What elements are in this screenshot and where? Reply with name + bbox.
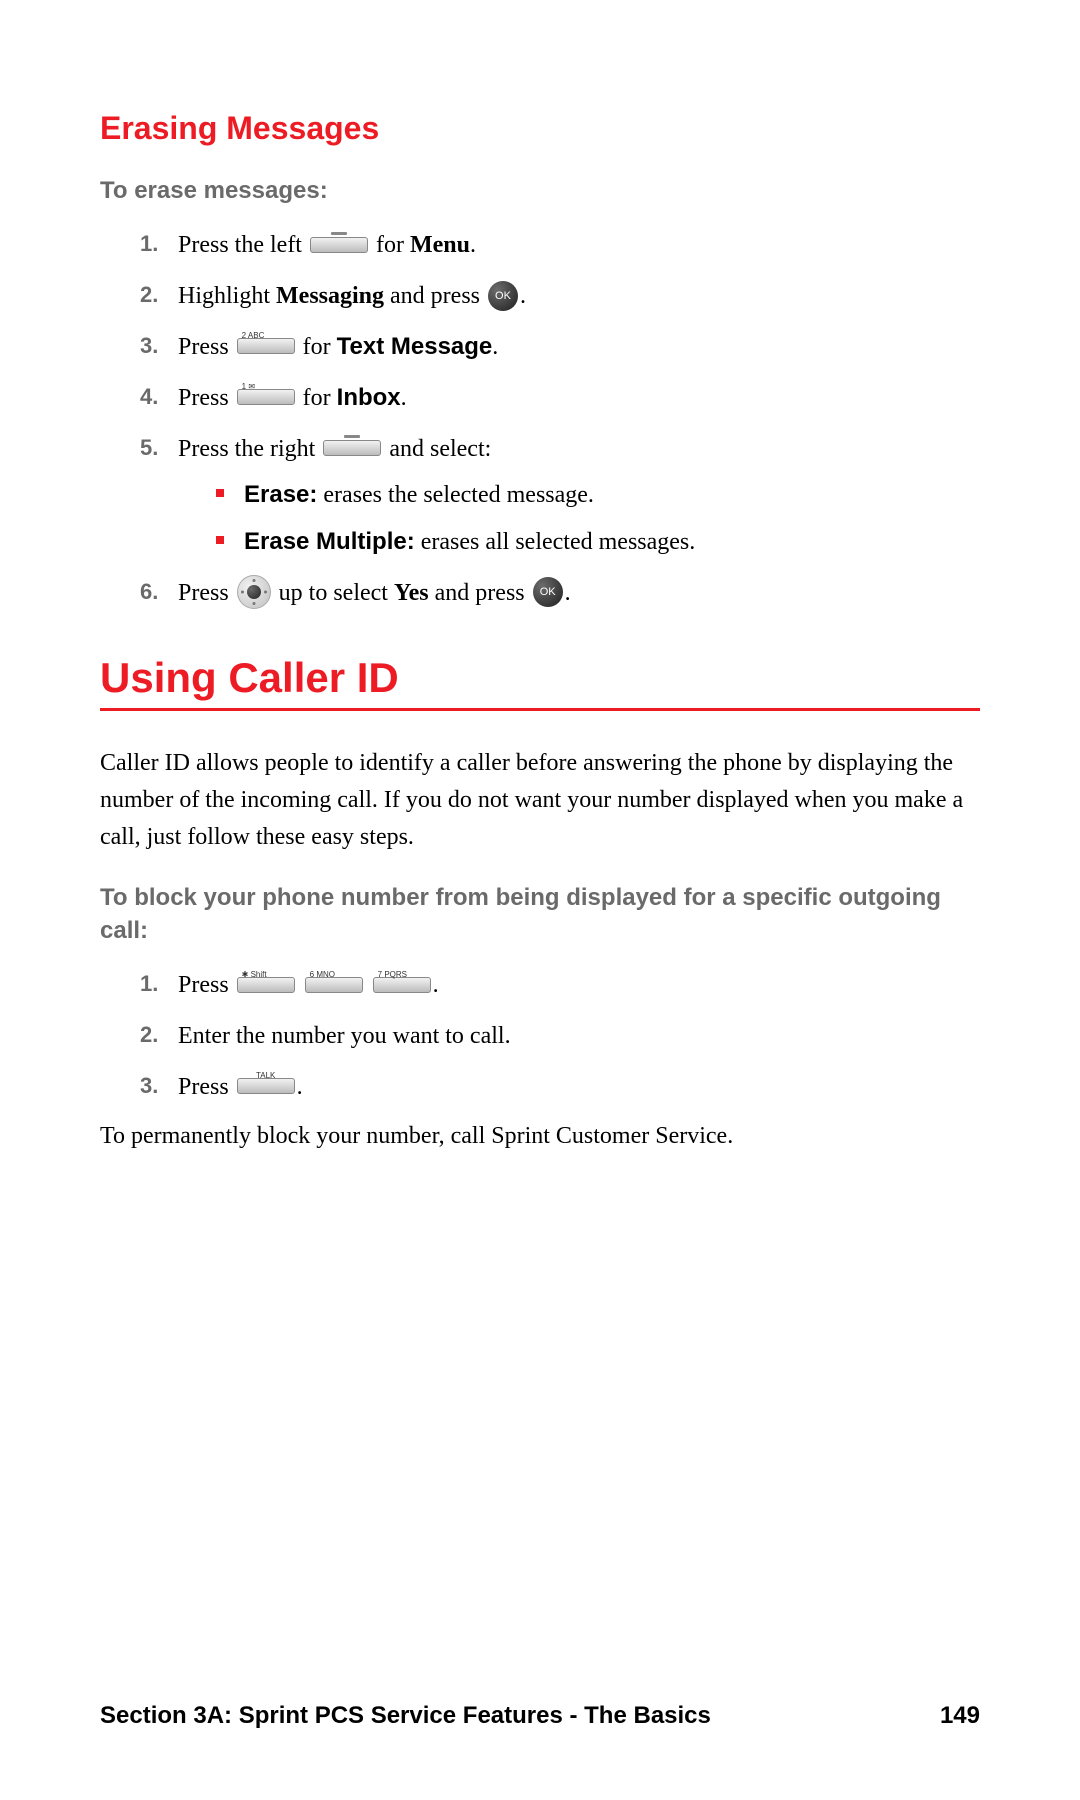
step-1: Press ✱ Shift 6 MNO 7 PQRS. [140,965,980,1006]
step-3: Press TALK. [140,1067,980,1108]
nav-pad-icon [237,575,271,609]
ok-button-icon: OK [533,577,563,607]
text: and press [390,283,486,309]
key-star-icon: ✱ Shift [237,977,295,993]
text: for [303,385,337,411]
text: Press [178,580,235,606]
yes-label: Yes [394,580,429,606]
text: erases the selected message. [317,482,594,508]
text: and select: [389,436,491,462]
text-message-label: Text Message [337,333,493,360]
heading-rule [100,708,980,711]
text: . [297,1074,303,1100]
key-label: 2 ABC [242,329,265,343]
step-1: Press the left for Menu. [140,225,980,266]
main-heading-callerid: Using Caller ID [100,654,980,702]
key-label: 7 PQRS [378,968,407,982]
text: Enter the number you want to call. [178,1023,511,1049]
text: . [433,972,439,998]
text: . [470,232,476,258]
key-talk-icon: TALK [237,1078,295,1094]
callerid-description: Caller ID allows people to identify a ca… [100,745,980,857]
inbox-label: Inbox [337,384,401,411]
text: for [303,334,337,360]
steps-callerid: Press ✱ Shift 6 MNO 7 PQRS. Enter the nu… [140,965,980,1107]
text: Press the left [178,232,308,258]
subheading-erase: To erase messages: [100,175,980,207]
text: Press [178,334,235,360]
key-2abc-icon: 2 ABC [237,338,295,354]
text: Press [178,972,235,998]
key-1-icon: 1 ✉ [237,389,295,405]
key-7-icon: 7 PQRS [373,977,431,993]
bullet-erase: Erase: erases the selected message. [216,475,980,516]
menu-label: Menu [410,232,470,258]
text: . [520,283,526,309]
text: Press [178,385,235,411]
softkey-left-icon [310,237,368,253]
erase-options: Erase: erases the selected message. Eras… [216,475,980,563]
step-4: Press 1 ✉ for Inbox. [140,378,980,419]
footer-section: Section 3A: Sprint PCS Service Features … [100,1702,711,1730]
text: . [492,334,498,360]
key-label: 6 MNO [310,968,335,982]
text: Highlight [178,283,276,309]
steps-erasing: Press the left for Menu. Highlight Messa… [140,225,980,613]
key-label: TALK [256,1069,275,1083]
text: for [376,232,410,258]
step-3: Press 2 ABC for Text Message. [140,327,980,368]
page-footer: Section 3A: Sprint PCS Service Features … [100,1702,980,1730]
softkey-right-icon [323,440,381,456]
ok-button-icon: OK [488,281,518,311]
messaging-label: Messaging [276,283,384,309]
footer-page-number: 149 [940,1702,980,1730]
erase-label: Erase: [244,481,317,508]
erase-multiple-label: Erase Multiple: [244,528,415,555]
text: . [401,385,407,411]
text: up to select [279,580,394,606]
key-label: 1 ✉ [242,380,255,394]
callerid-permanent-note: To permanently block your number, call S… [100,1118,980,1155]
key-label: ✱ Shift [242,968,267,982]
text: . [565,580,571,606]
text: erases all selected messages. [415,529,696,555]
bullet-erase-multiple: Erase Multiple: erases all selected mess… [216,522,980,563]
step-2: Highlight Messaging and press OK. [140,276,980,317]
text: Press [178,1074,235,1100]
section-heading-erasing: Erasing Messages [100,110,980,147]
subheading-block: To block your phone number from being di… [100,882,980,947]
text: and press [435,580,531,606]
key-6-icon: 6 MNO [305,977,363,993]
step-2: Enter the number you want to call. [140,1016,980,1057]
step-6: Press up to select Yes and press OK. [140,573,980,614]
text: Press the right [178,436,321,462]
step-5: Press the right and select: Erase: erase… [140,429,980,563]
